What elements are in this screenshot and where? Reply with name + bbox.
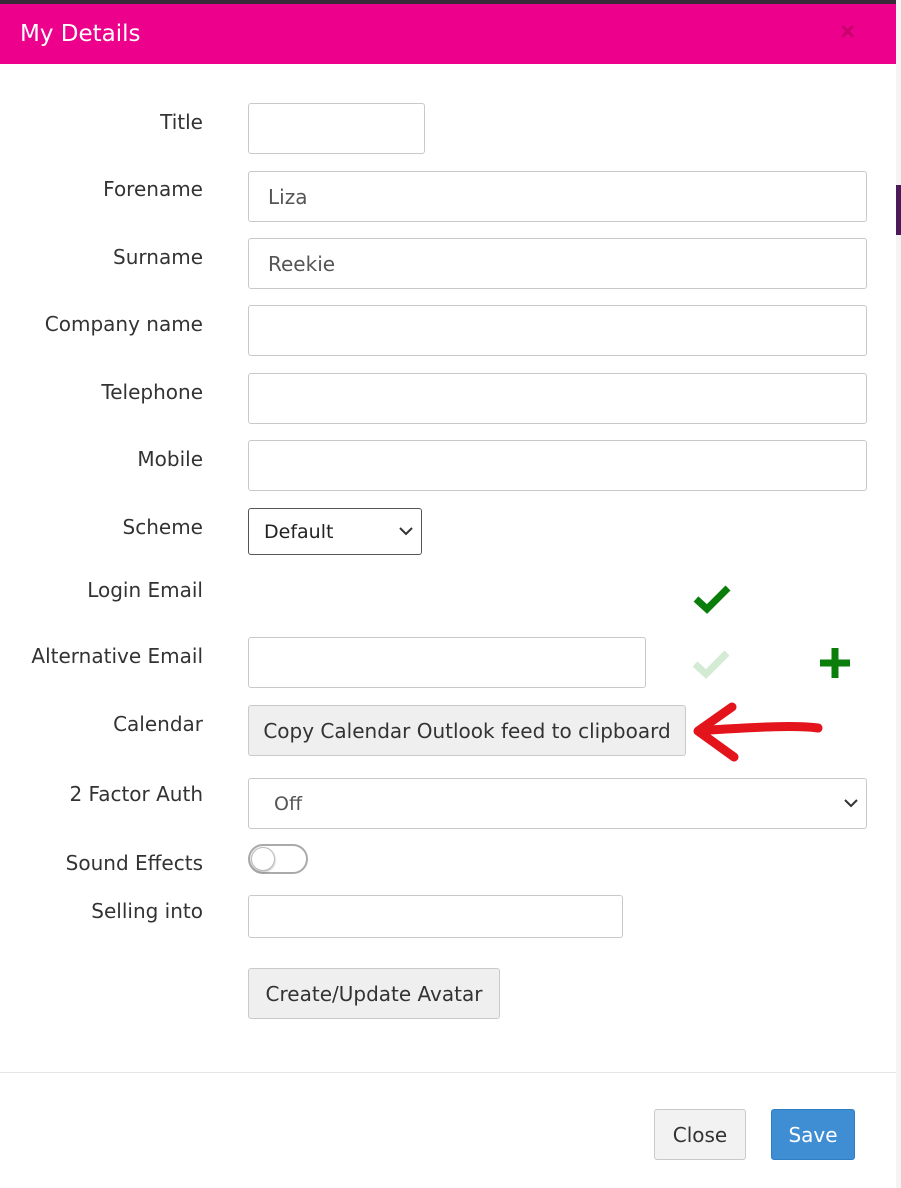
company-name-label: Company name — [44, 312, 203, 336]
sound-effects-toggle[interactable] — [248, 844, 308, 874]
background-app-bar — [896, 185, 901, 235]
sound-effects-label: Sound Effects — [65, 851, 203, 875]
my-details-modal: My Details × Title Forename Liza Surname… — [0, 4, 896, 1188]
telephone-field[interactable] — [248, 373, 867, 424]
check-faded-icon — [692, 649, 730, 685]
check-icon — [693, 584, 731, 620]
scheme-select[interactable]: Default — [248, 508, 422, 555]
scheme-label: Scheme — [122, 515, 203, 539]
mobile-field[interactable] — [248, 440, 867, 491]
chevron-down-icon — [399, 524, 413, 540]
save-button[interactable]: Save — [771, 1109, 855, 1160]
background-app-edge — [896, 0, 901, 1188]
forename-field[interactable]: Liza — [248, 171, 867, 222]
close-button[interactable]: Close — [654, 1109, 746, 1160]
plus-icon[interactable] — [818, 646, 852, 686]
surname-label: Surname — [113, 245, 203, 269]
title-label: Title — [160, 110, 203, 134]
create-update-avatar-button[interactable]: Create/Update Avatar — [248, 968, 500, 1019]
surname-field[interactable]: Reekie — [248, 238, 867, 289]
two-factor-auth-selected-value: Off — [274, 792, 303, 815]
modal-title: My Details — [20, 21, 141, 47]
telephone-label: Telephone — [101, 380, 203, 404]
two-factor-auth-label: 2 Factor Auth — [69, 782, 203, 806]
modal-header: My Details × — [0, 4, 896, 64]
alternative-email-field[interactable] — [248, 637, 646, 688]
title-field[interactable] — [248, 103, 425, 154]
forename-label: Forename — [103, 177, 203, 201]
login-email-label: Login Email — [87, 578, 203, 602]
alternative-email-label: Alternative Email — [31, 644, 203, 668]
close-icon[interactable]: × — [840, 18, 855, 44]
selling-into-field[interactable] — [248, 895, 623, 938]
mobile-label: Mobile — [137, 447, 203, 471]
chevron-down-icon — [844, 796, 858, 812]
scheme-selected-value: Default — [264, 520, 334, 543]
company-name-field[interactable] — [248, 305, 867, 356]
toggle-knob — [251, 847, 275, 871]
selling-into-label: Selling into — [91, 899, 203, 923]
two-factor-auth-select[interactable]: Off — [248, 778, 867, 829]
red-arrow-icon — [690, 701, 830, 771]
footer-divider — [0, 1072, 896, 1073]
calendar-label: Calendar — [113, 712, 203, 736]
copy-calendar-feed-button[interactable]: Copy Calendar Outlook feed to clipboard — [248, 705, 686, 756]
